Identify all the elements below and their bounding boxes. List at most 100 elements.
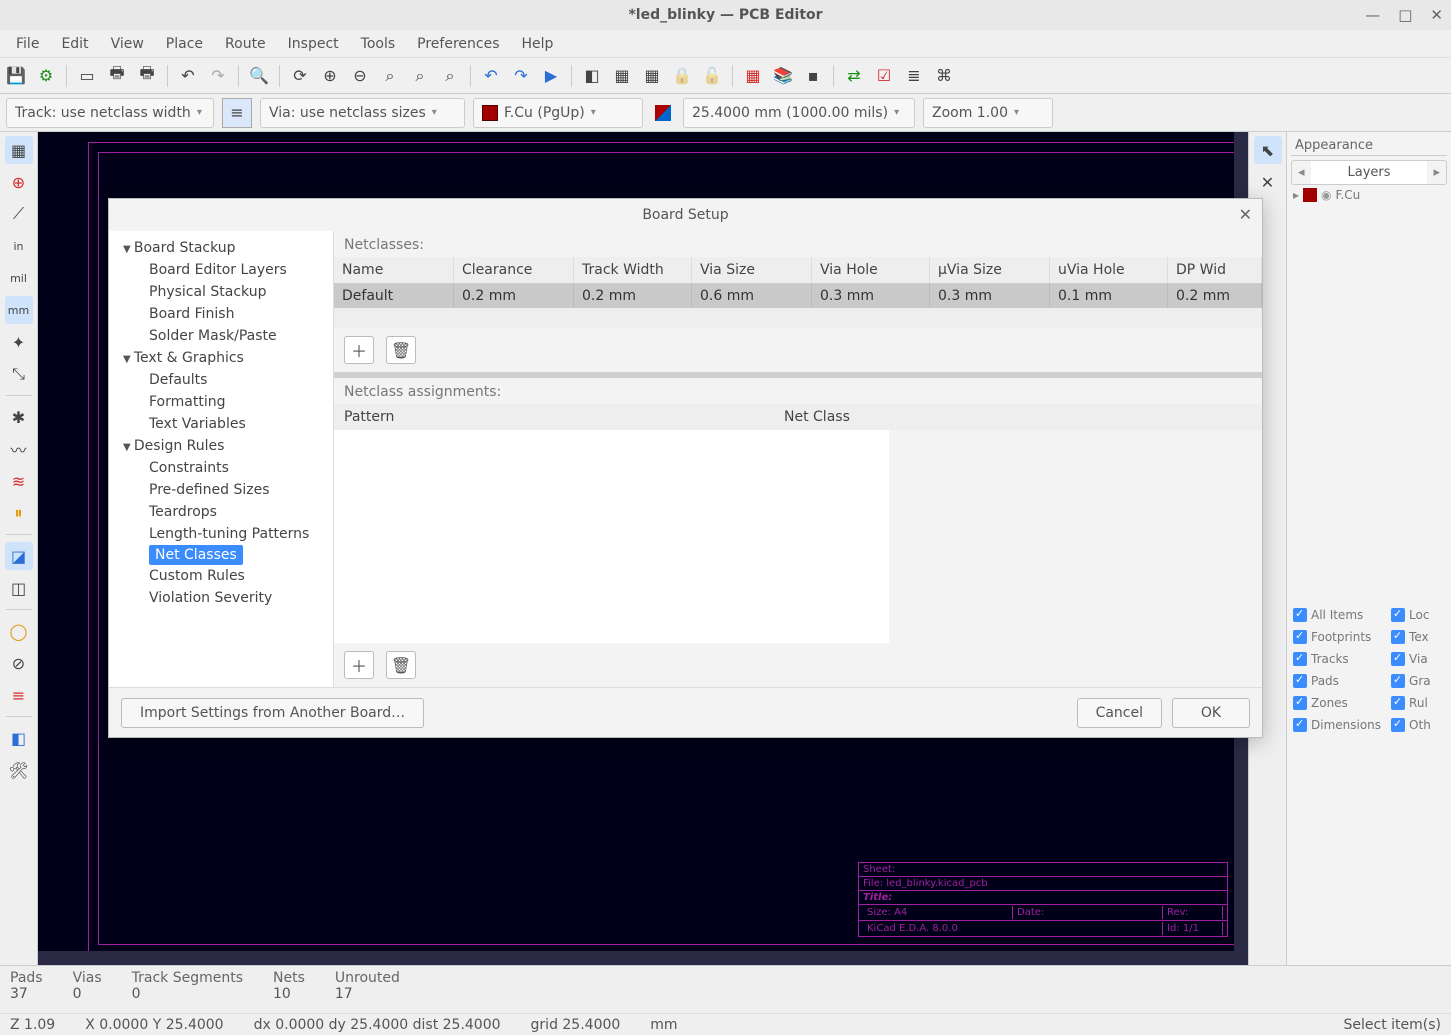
chk-tex[interactable] — [1391, 630, 1405, 644]
units-mm-icon[interactable]: mm — [5, 296, 33, 324]
menu-view[interactable]: View — [101, 32, 154, 56]
scripting-icon[interactable]: ⌘ — [932, 64, 956, 88]
col-via-hole[interactable]: Via Hole — [812, 257, 930, 283]
chk-oth[interactable] — [1391, 718, 1405, 732]
units-mil-icon[interactable]: mil — [5, 264, 33, 292]
cursor-shape-icon[interactable]: ✦ — [5, 328, 33, 356]
menu-edit[interactable]: Edit — [51, 32, 98, 56]
local-ratsnest-icon[interactable]: ✕ — [1254, 168, 1282, 196]
apply-filters-icon[interactable]: ⏸ — [5, 499, 33, 527]
col-via-size[interactable]: Via Size — [692, 257, 812, 283]
cancel-button[interactable]: Cancel — [1077, 698, 1162, 728]
menu-help[interactable]: Help — [512, 32, 564, 56]
menu-route[interactable]: Route — [215, 32, 276, 56]
rotate-cw-icon[interactable]: ↷ — [509, 64, 533, 88]
chk-all-items[interactable] — [1293, 608, 1307, 622]
net-highlight-icon[interactable]: ≋ — [5, 467, 33, 495]
layer-fcu[interactable]: ▸ ◉ F.Cu — [1291, 185, 1447, 205]
find-icon[interactable]: 🔍 — [247, 64, 271, 88]
tree-custom-rules[interactable]: Custom Rules — [109, 565, 333, 587]
contrast-icon[interactable]: ◧ — [5, 724, 33, 752]
tree-teardrops[interactable]: Teardrops — [109, 501, 333, 523]
print-icon[interactable]: 🖶 — [105, 64, 129, 88]
board-setup-icon[interactable]: ⚙ — [34, 64, 58, 88]
tree-violation-severity[interactable]: Violation Severity — [109, 587, 333, 609]
ratsnest-curved-icon[interactable]: 〰 — [5, 435, 33, 463]
ok-button[interactable]: OK — [1172, 698, 1250, 728]
maximize-icon[interactable]: □ — [1398, 6, 1412, 24]
close-icon[interactable]: ✕ — [1430, 6, 1443, 24]
dialog-close-icon[interactable]: ✕ — [1239, 205, 1252, 224]
cell-viasize[interactable]: 0.6 mm — [692, 284, 812, 308]
plot-icon[interactable]: 🖶 — [135, 64, 159, 88]
col-uvia-hole[interactable]: uVia Hole — [1050, 257, 1168, 283]
auto-track-width-icon[interactable]: ≡ — [222, 98, 252, 128]
menu-file[interactable]: File — [6, 32, 49, 56]
refresh-icon[interactable]: ⟳ — [288, 64, 312, 88]
grid-toggle-icon[interactable]: ▦ — [5, 136, 33, 164]
chk-dimensions[interactable] — [1293, 718, 1307, 732]
mirror-v-icon[interactable]: ▶ — [539, 64, 563, 88]
col-dp-width[interactable]: DP Wid — [1168, 257, 1262, 283]
tree-length-tuning[interactable]: Length-tuning Patterns — [109, 523, 333, 545]
ratsnest-icon[interactable]: ✱ — [5, 403, 33, 431]
tree-physical-stackup[interactable]: Physical Stackup — [109, 281, 333, 303]
undo-icon[interactable]: ↶ — [176, 64, 200, 88]
footprint-editor-icon[interactable]: ▦ — [741, 64, 765, 88]
layer-combo[interactable]: F.Cu (PgUp)▾ — [473, 98, 643, 128]
zoom-fit-icon[interactable]: ⌕ — [378, 64, 402, 88]
netclass-row-default[interactable]: Default 0.2 mm 0.2 mm 0.6 mm 0.3 mm 0.3 … — [334, 284, 1262, 308]
menu-inspect[interactable]: Inspect — [278, 32, 349, 56]
add-netclass-button[interactable]: ＋ — [344, 336, 374, 364]
minimize-icon[interactable]: — — [1365, 6, 1380, 24]
update-pcb-icon[interactable]: ⇄ — [842, 64, 866, 88]
units-in-icon[interactable]: in — [5, 232, 33, 260]
zone-outlines-icon[interactable]: ◫ — [5, 574, 33, 602]
zoom-combo[interactable]: Zoom 1.00▾ — [923, 98, 1053, 128]
col-pattern[interactable]: Pattern — [334, 404, 774, 430]
tree-board-editor-layers[interactable]: Board Editor Layers — [109, 259, 333, 281]
tree-defaults[interactable]: Defaults — [109, 369, 333, 391]
zoom-objects-icon[interactable]: ⌕ — [408, 64, 432, 88]
grid-combo[interactable]: 25.4000 mm (1000.00 mils)▾ — [683, 98, 915, 128]
col-uvia-size[interactable]: μVia Size — [930, 257, 1050, 283]
canvas-scrollbar-h[interactable] — [38, 951, 1234, 965]
cell-clearance[interactable]: 0.2 mm — [454, 284, 574, 308]
tab-prev-icon[interactable]: ◂ — [1292, 161, 1311, 184]
zoom-out-icon[interactable]: ⊖ — [348, 64, 372, 88]
cell-track[interactable]: 0.2 mm — [574, 284, 692, 308]
save-icon[interactable]: 💾 — [4, 64, 28, 88]
chk-via[interactable] — [1391, 652, 1405, 666]
zoom-selection-icon[interactable]: ⌕ — [438, 64, 462, 88]
cell-uviahole[interactable]: 0.1 mm — [1050, 284, 1168, 308]
tree-board-stackup[interactable]: Board Stackup — [109, 237, 333, 259]
ungroup-icon[interactable]: ▦ — [640, 64, 664, 88]
cell-uviasize[interactable]: 0.3 mm — [930, 284, 1050, 308]
track-width-combo[interactable]: Track: use netclass width▾ — [6, 98, 214, 128]
delete-netclass-button[interactable]: 🗑 — [386, 336, 416, 364]
chk-rul[interactable] — [1391, 696, 1405, 710]
snap-icon[interactable]: ⊕ — [5, 168, 33, 196]
col-track-width[interactable]: Track Width — [574, 257, 692, 283]
menu-place[interactable]: Place — [156, 32, 213, 56]
polar-icon[interactable]: ⟋ — [5, 200, 33, 228]
chk-footprints[interactable] — [1293, 630, 1307, 644]
tree-text-variables[interactable]: Text Variables — [109, 413, 333, 435]
tree-text-graphics[interactable]: Text & Graphics — [109, 347, 333, 369]
3d-viewer-icon[interactable]: ▪ — [801, 64, 825, 88]
delete-assignment-button[interactable]: 🗑 — [386, 651, 416, 679]
settings-tree[interactable]: Board Stackup Board Editor Layers Physic… — [109, 231, 334, 687]
unlock-icon[interactable]: 🔓 — [700, 64, 724, 88]
cell-viahole[interactable]: 0.3 mm — [812, 284, 930, 308]
tab-next-icon[interactable]: ▸ — [1427, 161, 1446, 184]
add-assignment-button[interactable]: ＋ — [344, 651, 374, 679]
chk-zones[interactable] — [1293, 696, 1307, 710]
cell-name[interactable]: Default — [334, 284, 454, 308]
footprint-browser-icon[interactable]: 📚 — [771, 64, 795, 88]
import-settings-button[interactable]: Import Settings from Another Board… — [121, 698, 424, 728]
layers-manager-icon[interactable]: ≣ — [902, 64, 926, 88]
tree-design-rules[interactable]: Design Rules — [109, 435, 333, 457]
lock-icon[interactable]: 🔒 — [670, 64, 694, 88]
track-outline-icon[interactable]: ≡ — [5, 681, 33, 709]
zone-display-icon[interactable]: ◪ — [5, 542, 33, 570]
